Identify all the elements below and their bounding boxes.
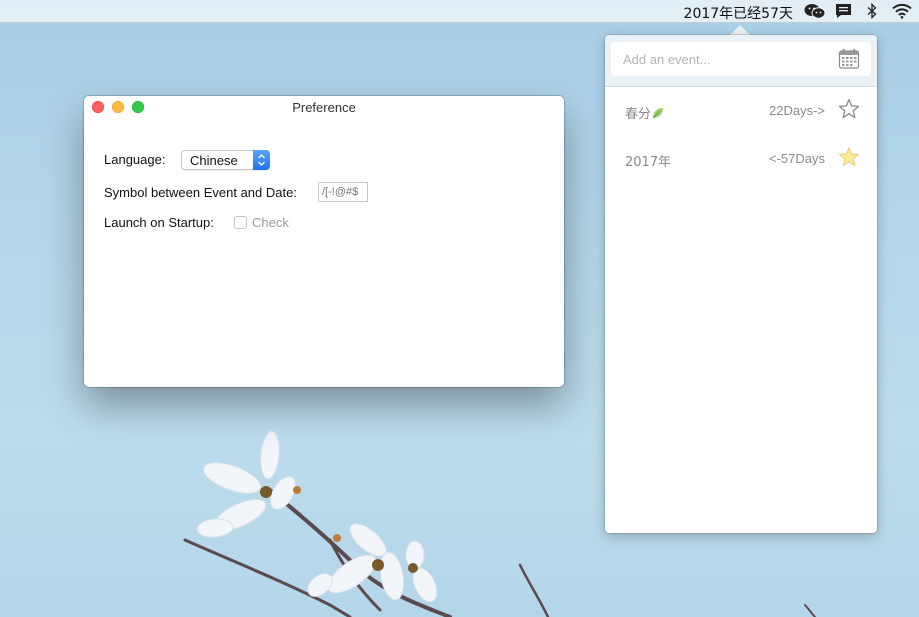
- popover-header: [605, 35, 877, 87]
- language-label: Language:: [104, 152, 166, 167]
- title-bar[interactable]: Preference: [84, 96, 564, 118]
- language-select-value: Chinese: [190, 153, 238, 168]
- star-icon[interactable]: [837, 97, 861, 121]
- menu-bar: 2017年已经57天: [0, 0, 919, 23]
- preference-window: Preference Language: Chinese Symbol betw…: [84, 96, 564, 387]
- event-days: <-57Days: [769, 151, 825, 166]
- bluetooth-icon[interactable]: [866, 3, 878, 19]
- menubar-day-counter[interactable]: 2017年已经57天: [684, 3, 793, 23]
- wechat-icon[interactable]: [804, 3, 826, 19]
- message-icon[interactable]: [835, 3, 852, 19]
- event-row[interactable]: 2017年 <-57Days: [605, 135, 877, 183]
- event-days: 22Days->: [769, 103, 825, 118]
- startup-checkbox-label[interactable]: Check: [252, 215, 289, 230]
- language-select[interactable]: Chinese: [181, 150, 270, 170]
- startup-checkbox[interactable]: [234, 216, 247, 229]
- events-popover: 春分 22Days-> 2017年 <-57Days: [605, 35, 877, 533]
- chevron-updown-icon: [253, 150, 270, 170]
- window-title: Preference: [292, 100, 356, 115]
- star-filled-icon[interactable]: [837, 145, 861, 169]
- leaf-icon: [652, 108, 664, 119]
- add-event-input[interactable]: [611, 42, 871, 76]
- event-row[interactable]: 春分 22Days->: [605, 87, 877, 135]
- event-name: 2017年: [625, 155, 672, 170]
- wifi-icon[interactable]: [892, 3, 912, 19]
- calendar-icon[interactable]: [838, 48, 860, 70]
- symbol-input[interactable]: [318, 182, 368, 202]
- symbol-label: Symbol between Event and Date:: [104, 185, 297, 200]
- event-name: 春分: [625, 103, 665, 122]
- startup-label: Launch on Startup:: [104, 215, 214, 230]
